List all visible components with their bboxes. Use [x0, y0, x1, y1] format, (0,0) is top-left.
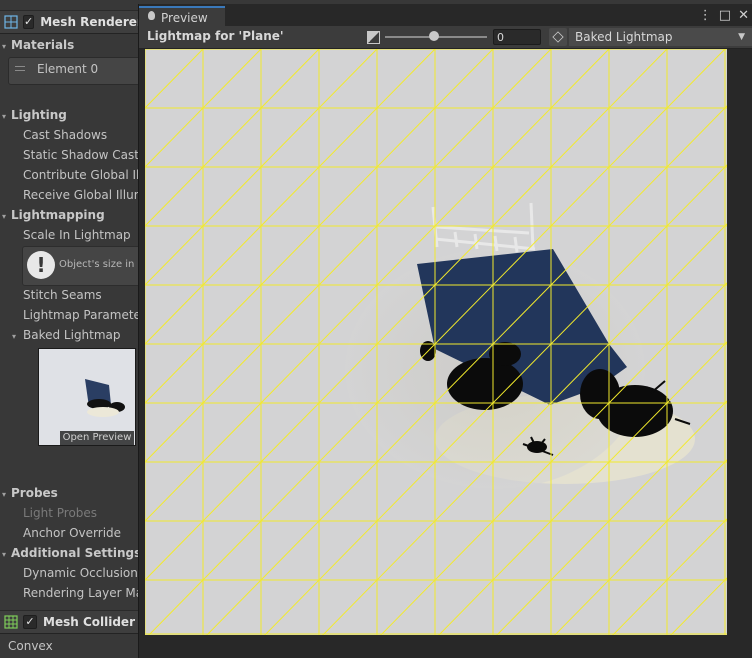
- window-controls: ⋮ □ ✕: [699, 6, 749, 24]
- tab-preview[interactable]: Preview: [139, 6, 225, 26]
- maximize-icon[interactable]: □: [719, 8, 731, 23]
- probes-label: Probes: [11, 486, 58, 500]
- lightbulb-icon: [148, 11, 155, 20]
- foldout-arrow-icon: ▾: [2, 550, 7, 559]
- exposure-slider-handle[interactable]: [428, 31, 439, 41]
- lighting-foldout[interactable]: ▾ Lighting: [2, 105, 67, 125]
- more-options-icon[interactable]: ⋮: [699, 8, 712, 23]
- mesh-collider-icon: [4, 615, 18, 629]
- preview-title: Lightmap for 'Plane': [147, 29, 284, 43]
- open-preview-button[interactable]: Open Preview: [60, 431, 134, 445]
- foldout-arrow-icon: ▾: [2, 212, 7, 221]
- close-icon[interactable]: ✕: [738, 8, 749, 23]
- baked-lightmap-label: Baked Lightmap: [23, 328, 121, 342]
- dynamic-occlusion-label: Dynamic Occlusion: [23, 566, 138, 580]
- preview-tabbar: Preview ⋮ □ ✕: [139, 4, 752, 26]
- additional-settings-foldout[interactable]: ▾ Additional Settings: [2, 543, 140, 563]
- material-element-field[interactable]: Element 0: [8, 57, 140, 85]
- mesh-collider-title: Mesh Collider: [43, 615, 135, 629]
- mesh-renderer-title: Mesh Renderer: [40, 15, 140, 29]
- lightmap-thumbnail[interactable]: Open Preview: [38, 348, 136, 446]
- light-probes-label: Light Probes: [23, 506, 98, 520]
- exposure-input[interactable]: 0: [493, 29, 541, 45]
- mesh-collider-header[interactable]: ✓ Mesh Collider: [0, 610, 140, 634]
- tab-preview-label: Preview: [161, 11, 208, 25]
- lightmapping-foldout[interactable]: ▾ Lightmapping: [2, 205, 105, 225]
- baked-lightmap-foldout[interactable]: ▾ Baked Lightmap: [12, 325, 121, 345]
- foldout-arrow-icon: ▾: [2, 490, 7, 499]
- lightmapping-label: Lightmapping: [11, 208, 105, 222]
- mesh-renderer-enabled-checkbox[interactable]: ✓: [23, 15, 35, 29]
- help-text: Object's size in lightmap: [59, 259, 140, 270]
- cast-shadows-label: Cast Shadows: [23, 128, 108, 142]
- lighting-label: Lighting: [11, 108, 67, 122]
- mesh-renderer-header[interactable]: ✓ Mesh Renderer: [0, 10, 140, 34]
- materials-label: Materials: [11, 38, 75, 52]
- lightmap-mode-dropdown[interactable]: Baked Lightmap ▼: [569, 28, 752, 46]
- contribute-gi-label: Contribute Global Illumination: [23, 168, 140, 182]
- rendering-layer-mask-label: Rendering Layer Mask: [23, 586, 140, 600]
- exposure-icon: [367, 31, 380, 44]
- foldout-arrow-icon: ▾: [2, 112, 7, 121]
- foldout-arrow-icon: ▾: [2, 42, 7, 51]
- receive-gi-label: Receive Global Illumination: [23, 188, 140, 202]
- lightmap-parameters-label: Lightmap Parameters: [23, 308, 140, 322]
- material-element-label: Element 0: [37, 62, 99, 76]
- inspector-panel: ✓ Mesh Renderer ▾ Materials Element 0 ▾ Li…: [0, 0, 140, 658]
- scale-in-lightmap-label: Scale In Lightmap: [23, 228, 131, 242]
- lightmap-mode-label: Baked Lightmap: [575, 30, 673, 44]
- mesh-collider-enabled-checkbox[interactable]: ✓: [23, 615, 37, 629]
- preview-window: Preview ⋮ □ ✕ Lightmap for 'Plane' 0 Bak…: [138, 4, 752, 658]
- preview-toolbar: Lightmap for 'Plane' 0 Baked Lightmap ▼: [139, 26, 752, 49]
- mesh-renderer-icon: [4, 15, 18, 29]
- help-box: ! Object's size in lightmap: [22, 246, 140, 286]
- lightmap-image: [145, 49, 727, 635]
- lightmap-preview-canvas[interactable]: [145, 49, 727, 635]
- foldout-arrow-icon: ▾: [12, 332, 17, 341]
- layers-icon[interactable]: [549, 28, 567, 46]
- materials-foldout[interactable]: ▾ Materials: [2, 35, 74, 55]
- stitch-seams-label: Stitch Seams: [23, 288, 102, 302]
- anchor-override-label: Anchor Override: [23, 526, 122, 540]
- warning-icon: !: [27, 251, 55, 279]
- chevron-down-icon: ▼: [738, 32, 745, 42]
- static-shadow-caster-label: Static Shadow Caster: [23, 148, 140, 162]
- probes-foldout[interactable]: ▾ Probes: [2, 483, 58, 503]
- drag-handle-icon[interactable]: [15, 66, 25, 67]
- convex-label: Convex: [8, 639, 53, 653]
- additional-settings-label: Additional Settings: [11, 546, 140, 560]
